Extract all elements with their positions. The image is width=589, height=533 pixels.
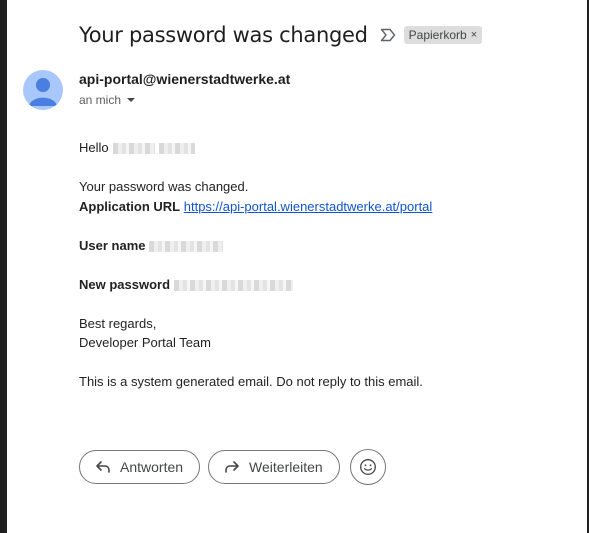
redacted-password <box>174 279 294 291</box>
new-password-line: New password <box>79 275 559 295</box>
subject-row: Your password was changed Papierkorb × <box>79 20 483 50</box>
redacted-user-name <box>149 240 224 252</box>
email-subject: Your password was changed <box>79 23 368 47</box>
forward-button[interactable]: Weiterleiten <box>208 450 340 484</box>
application-url-line: Application URL https://api-portal.wiene… <box>79 197 559 217</box>
application-url-label: Application URL <box>79 198 181 214</box>
importance-marker-icon[interactable] <box>380 28 396 42</box>
forward-icon <box>225 461 239 473</box>
recipient-row[interactable]: an mich <box>79 93 136 107</box>
redacted-last-name <box>158 143 195 155</box>
password-changed-line: Your password was changed. <box>79 179 249 194</box>
greeting-line: Hello <box>79 138 559 158</box>
email-body: Hello Your password was changed. Applica… <box>79 138 559 392</box>
greeting: Hello <box>79 140 109 155</box>
email-view: Your password was changed Papierkorb × a… <box>0 0 589 533</box>
regards-line: Best regards, <box>79 315 157 331</box>
person-icon <box>29 78 57 106</box>
redacted-first-name <box>112 143 155 155</box>
recipient-details-dropdown-icon[interactable] <box>127 98 136 102</box>
system-note-line: This is a system generated email. Do not… <box>79 374 423 389</box>
reply-button[interactable]: Antworten <box>79 450 201 484</box>
emoji-icon <box>359 459 376 475</box>
user-name-line: User name <box>79 236 559 256</box>
user-name-label: User name <box>79 237 146 253</box>
reply-icon <box>96 461 110 473</box>
label-chip-trash[interactable]: Papierkorb × <box>403 26 483 44</box>
emoji-reaction-button[interactable] <box>349 449 386 485</box>
label-chip-text: Papierkorb <box>408 28 467 42</box>
sender-address[interactable]: api-portal@wienerstadtwerke.at <box>79 71 290 87</box>
recipient-label: an mich <box>79 93 122 107</box>
avatar[interactable] <box>23 70 63 110</box>
reply-label: Antworten <box>120 459 184 475</box>
forward-label: Weiterleiten <box>249 459 323 475</box>
label-remove-icon[interactable]: × <box>471 29 477 41</box>
team-line: Developer Portal Team <box>79 335 211 350</box>
reply-actions: Antworten Weiterleiten <box>79 449 386 485</box>
window-edge-left <box>0 0 7 533</box>
application-url-link[interactable]: https://api-portal.wienerstadtwerke.at/p… <box>184 199 433 214</box>
new-password-label: New password <box>79 276 171 292</box>
